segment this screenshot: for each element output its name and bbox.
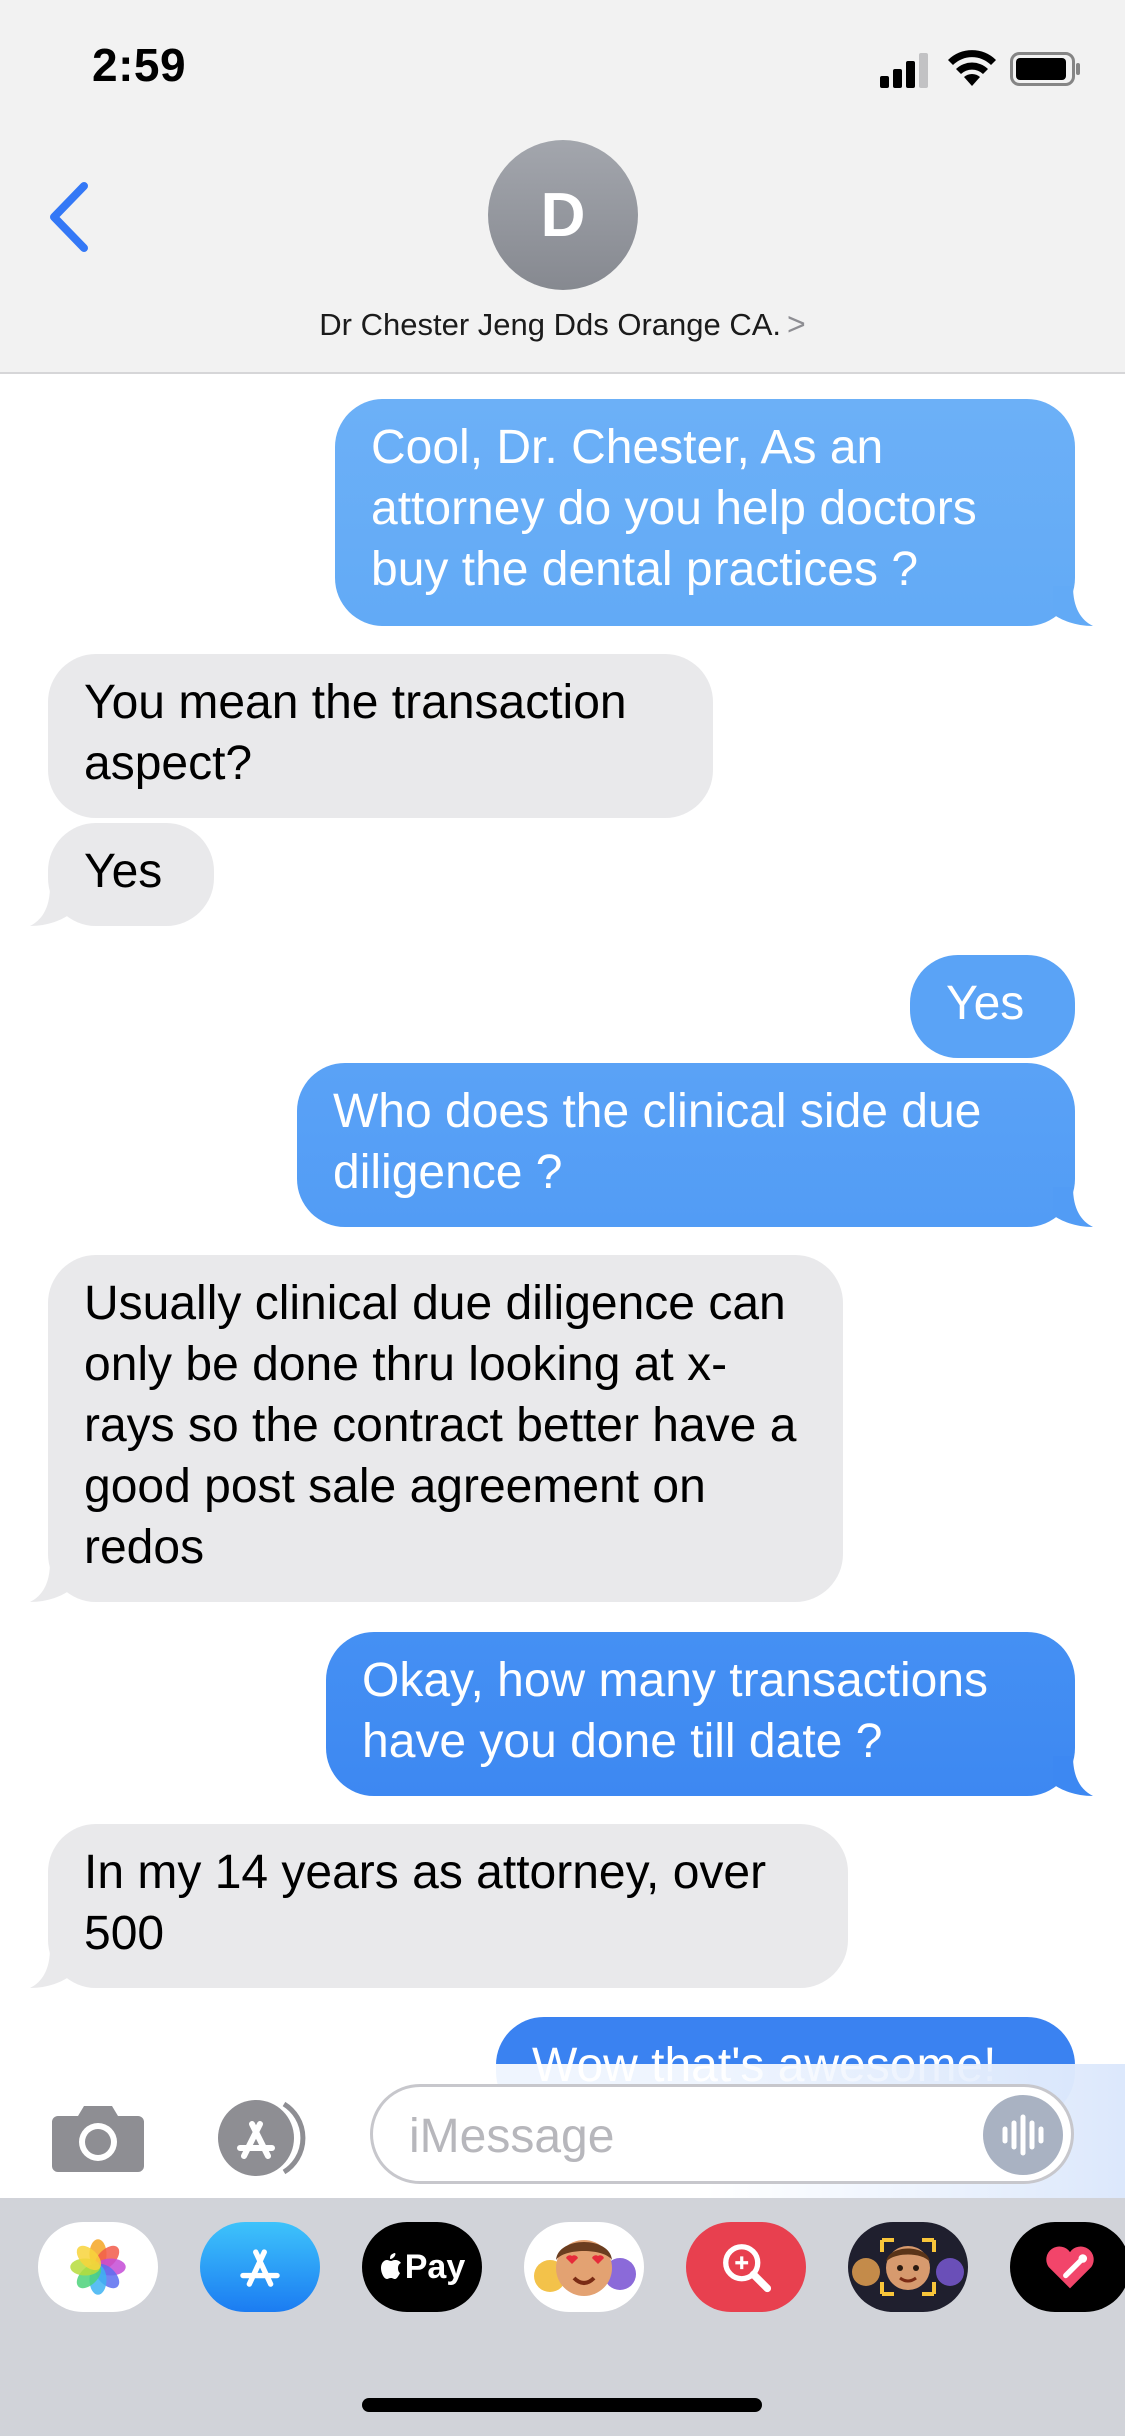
chevron-right-icon: > bbox=[787, 306, 806, 342]
bubble-tail-icon bbox=[1053, 1187, 1093, 1227]
status-time: 2:59 bbox=[92, 39, 187, 91]
bubble-tail-icon bbox=[1053, 1756, 1093, 1796]
bubble-tail-icon bbox=[30, 1562, 70, 1602]
home-indicator[interactable] bbox=[362, 2398, 762, 2412]
message-text: Yes bbox=[946, 977, 1025, 1030]
message-text: You mean the transaction aspect? bbox=[84, 676, 627, 790]
bubble-tail-icon bbox=[30, 886, 70, 926]
digital-touch-icon[interactable] bbox=[1010, 2222, 1125, 2312]
contact-avatar[interactable]: D bbox=[488, 140, 638, 290]
apple-pay-label: Pay bbox=[404, 2247, 466, 2286]
status-bar: 2:59 bbox=[0, 0, 1125, 140]
apps-button-icon[interactable] bbox=[208, 2098, 318, 2178]
outgoing-message[interactable]: Cool, Dr. Chester, As an attorney do you… bbox=[335, 399, 1093, 626]
incoming-message[interactable]: In my 14 years as attorney, over 500 bbox=[30, 1824, 848, 1988]
photos-icon[interactable] bbox=[38, 2222, 158, 2312]
back-chevron-icon[interactable] bbox=[44, 180, 94, 254]
apple-logo-icon bbox=[380, 2253, 401, 2279]
image-search-icon[interactable] bbox=[686, 2222, 806, 2312]
cellular-signal-icon bbox=[880, 53, 928, 88]
message-text: Okay, how many transactions have you don… bbox=[362, 1654, 989, 1768]
apple-pay-icon[interactable]: Pay bbox=[362, 2222, 482, 2312]
contact-name-button[interactable]: Dr Chester Jeng Dds Orange CA. > bbox=[0, 306, 1125, 343]
compose-bar: iMessage bbox=[0, 2064, 1125, 2198]
imessage-input[interactable]: iMessage bbox=[370, 2084, 1074, 2184]
battery-icon bbox=[1010, 52, 1080, 86]
outgoing-message[interactable]: Okay, how many transactions have you don… bbox=[326, 1632, 1093, 1796]
contact-name: Dr Chester Jeng Dds Orange CA. bbox=[319, 307, 782, 342]
incoming-message[interactable]: Yes bbox=[30, 823, 214, 926]
memoji-stickers-icon[interactable] bbox=[524, 2222, 644, 2312]
camera-icon[interactable] bbox=[50, 2102, 146, 2174]
conversation-header: D Dr Chester Jeng Dds Orange CA. > bbox=[0, 140, 1125, 374]
bubble-tail-icon bbox=[1053, 586, 1093, 626]
outgoing-message[interactable]: Who does the clinical side due diligence… bbox=[297, 1063, 1093, 1227]
bubble-tail-icon bbox=[30, 1948, 70, 1988]
wifi-icon bbox=[948, 50, 996, 86]
audio-message-button[interactable] bbox=[983, 2095, 1063, 2175]
message-text: In my 14 years as attorney, over 500 bbox=[84, 1846, 767, 1960]
imessage-placeholder: iMessage bbox=[409, 2110, 615, 2163]
message-text: Yes bbox=[84, 845, 163, 898]
memoji-icon[interactable] bbox=[848, 2222, 968, 2312]
waveform-icon bbox=[1002, 2114, 1044, 2156]
incoming-message[interactable]: Usually clinical due diligence can only … bbox=[30, 1255, 843, 1602]
app-store-icon[interactable] bbox=[200, 2222, 320, 2312]
message-text: Who does the clinical side due diligence… bbox=[333, 1085, 982, 1199]
incoming-message[interactable]: You mean the transaction aspect? bbox=[48, 654, 713, 818]
message-text: Cool, Dr. Chester, As an attorney do you… bbox=[371, 421, 977, 596]
outgoing-message[interactable]: Yes bbox=[910, 955, 1075, 1058]
message-text: Usually clinical due diligence can only … bbox=[84, 1277, 797, 1574]
